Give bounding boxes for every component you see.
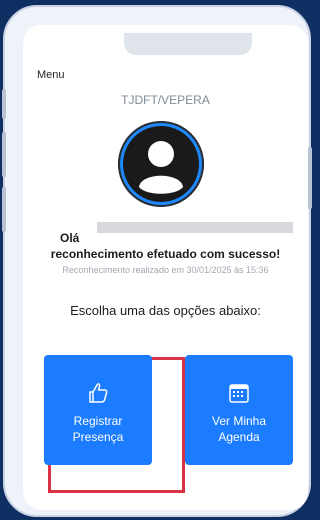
user-profile-icon: [120, 123, 202, 205]
phone-frame: Menu TJDFT/VEPERA Olá reconhecimento efe…: [2, 5, 312, 517]
side-button: [2, 187, 6, 232]
registrar-presenca-button[interactable]: Registrar Presença: [44, 355, 152, 465]
app-screen: Menu TJDFT/VEPERA Olá reconhecimento efe…: [23, 25, 308, 510]
redacted-name: [97, 222, 293, 233]
menu-button[interactable]: Menu: [37, 69, 65, 81]
side-button: [2, 89, 6, 119]
avatar: [118, 121, 204, 207]
label-line: Ver Minha: [211, 414, 267, 428]
label-line: Registrar: [73, 414, 123, 428]
side-button: [308, 147, 312, 209]
options-prompt: Escolha uma das opções abaixo:: [70, 303, 261, 318]
ver-minha-agenda-button[interactable]: Ver Minha Agenda: [185, 355, 293, 465]
thumbs-up-icon: [89, 383, 108, 403]
notch: [124, 33, 252, 55]
greeting-prefix: Olá: [60, 231, 80, 245]
calendar-icon: [229, 384, 249, 403]
label-line: Agenda: [218, 430, 260, 444]
ver-minha-agenda-label: Ver Minha Agenda: [185, 413, 293, 445]
recognition-timestamp: Reconhecimento realizado em 30/01/2025 à…: [62, 265, 269, 275]
label-line: Presença: [72, 430, 124, 444]
organization-title: TJDFT/VEPERA: [121, 93, 210, 107]
success-message: reconhecimento efetuado com sucesso!: [50, 247, 281, 261]
side-button: [2, 132, 6, 177]
registrar-presenca-label: Registrar Presença: [44, 413, 152, 445]
